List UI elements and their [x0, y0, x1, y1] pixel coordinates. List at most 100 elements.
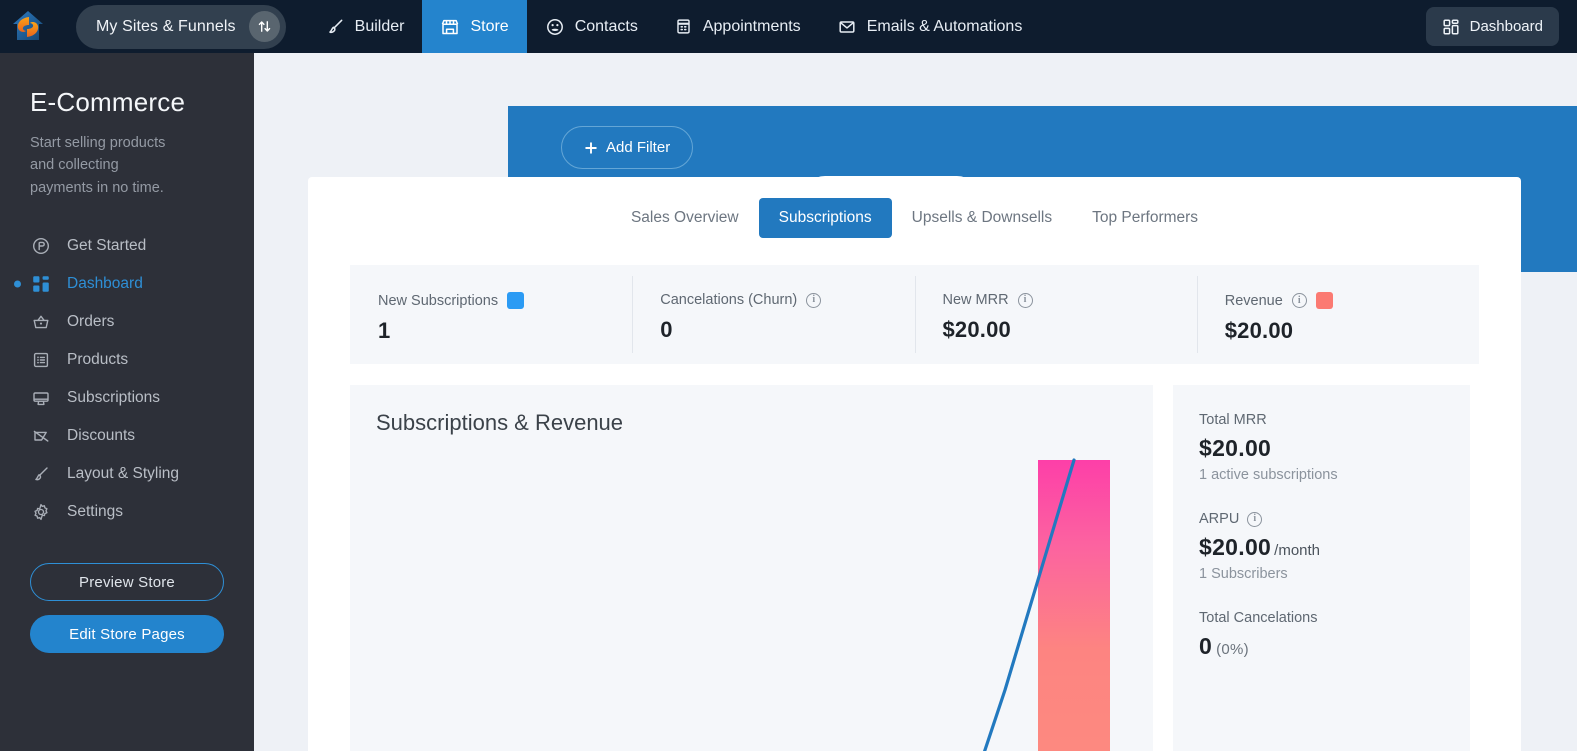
dashboard-button[interactable]: Dashboard: [1425, 7, 1559, 46]
kpi-header: New MRR i: [943, 292, 1197, 308]
storefront-icon: [442, 19, 459, 34]
top-navigation-bar: My Sites & Funnels Builder Store Contact…: [0, 0, 1577, 53]
add-filter-label: Add Filter: [606, 139, 671, 156]
sidebar-item-layout-styling[interactable]: Layout & Styling: [0, 455, 254, 493]
stat-arpu-value: $20.00/month: [1199, 534, 1470, 561]
nav-item-builder-label: Builder: [354, 17, 405, 35]
kpi-new-subscriptions-label: New Subscriptions: [378, 292, 499, 309]
sites-and-funnels-switcher[interactable]: My Sites & Funnels: [76, 4, 286, 49]
chart-line-new-subscriptions[interactable]: [980, 458, 1076, 751]
kpi-cancelations-label: Cancelations (Churn): [660, 292, 798, 308]
nav-item-appointments-label: Appointments: [702, 17, 801, 35]
sidebar-item-dashboard[interactable]: Dashboard: [0, 265, 254, 303]
sidebar-item-discounts[interactable]: Discounts: [0, 417, 254, 455]
sidebar-item-orders-label: Orders: [67, 313, 115, 331]
info-icon[interactable]: i: [1247, 511, 1263, 527]
nav-item-appointments[interactable]: Appointments: [656, 0, 819, 53]
stat-arpu-label-text: ARPU: [1199, 511, 1240, 527]
stat-total-cancelations: Total Cancelations 0 (0%): [1199, 610, 1470, 660]
nav-item-emails-automations[interactable]: Emails & Automations: [819, 0, 1041, 53]
sort-switch-icon[interactable]: [248, 11, 280, 42]
sidebar-item-orders[interactable]: Orders: [0, 303, 254, 341]
basket-icon: [30, 311, 52, 333]
nav-item-builder[interactable]: Builder: [308, 0, 423, 53]
stat-arpu-sub: 1 Subscribers: [1199, 566, 1288, 582]
preview-store-button[interactable]: Preview Store: [30, 563, 224, 602]
stat-total-cancelations-pct: (0%): [1216, 641, 1249, 658]
brush-icon: [328, 19, 343, 34]
nav-item-store[interactable]: Store: [422, 0, 527, 53]
dashboard-card: Sales Overview Subscriptions Upsells & D…: [308, 177, 1521, 751]
info-icon[interactable]: i: [1291, 293, 1307, 308]
edit-store-pages-button[interactable]: Edit Store Pages: [30, 615, 224, 654]
stat-total-mrr-label-text: Total MRR: [1199, 412, 1267, 428]
sidebar-item-products[interactable]: Products: [0, 341, 254, 379]
kpi-cancelations-churn: Cancelations (Churn) i 0: [632, 265, 914, 364]
kpi-revenue: Revenue i $20.00: [1196, 265, 1479, 364]
tab-top-performers[interactable]: Top Performers: [1072, 198, 1218, 238]
tab-sales-overview[interactable]: Sales Overview: [611, 198, 759, 238]
chart-plot-area: [350, 385, 1153, 751]
subscriptions-revenue-chart-card: Subscriptions & Revenue: [350, 385, 1153, 751]
sidebar-item-layout-label: Layout & Styling: [67, 465, 180, 483]
kpi-new-subscriptions: New Subscriptions 1: [350, 265, 632, 364]
stat-total-mrr: Total MRR $20.00 1 active subscriptions: [1199, 412, 1470, 483]
grid-dashboard-icon: [30, 273, 52, 295]
stat-arpu-unit: /month: [1274, 542, 1321, 559]
info-icon[interactable]: i: [806, 292, 822, 308]
series-color-swatch-new-subscriptions: [507, 292, 525, 309]
sidebar-subtitle: Start selling products and collecting pa…: [30, 135, 166, 196]
info-icon[interactable]: i: [1017, 292, 1033, 308]
sidebar-item-subscriptions-label: Subscriptions: [67, 389, 161, 407]
kpi-cancelations-value: 0: [660, 317, 673, 342]
chart-line-series: [980, 458, 1076, 751]
envelope-icon: [839, 20, 855, 33]
app-logo[interactable]: [0, 0, 56, 53]
dashboard-lower-section: Subscriptions & Revenue Total MRR $20.00…: [350, 385, 1479, 751]
kpi-header: Cancelations (Churn) i: [660, 292, 914, 308]
stat-total-cancelations-value: 0 (0%): [1199, 633, 1470, 660]
stat-arpu-amount: $20.00: [1199, 534, 1272, 560]
tab-subscriptions[interactable]: Subscriptions: [758, 198, 892, 238]
stat-total-mrr-value: $20.00: [1199, 435, 1272, 461]
stat-total-cancelations-label-text: Total Cancelations: [1199, 610, 1318, 626]
kpi-header: New Subscriptions: [378, 292, 632, 309]
logo-home-bolt-icon: [13, 10, 43, 40]
sites-switcher-label: My Sites & Funnels: [96, 17, 236, 35]
subscription-stats-panel: Total MRR $20.00 1 active subscriptions …: [1173, 385, 1470, 751]
stat-total-mrr-sub: 1 active subscriptions: [1199, 467, 1338, 483]
plus-icon: [585, 141, 597, 154]
dashboard-button-label: Dashboard: [1469, 18, 1543, 35]
kpi-new-mrr: New MRR i $20.00: [914, 265, 1197, 364]
grid-dashboard-glyph: [33, 276, 49, 293]
tag-slash-icon: [30, 425, 52, 447]
add-filter-button[interactable]: Add Filter: [561, 126, 694, 169]
stat-total-cancelations-count: 0: [1199, 633, 1213, 659]
nav-item-contacts-label: Contacts: [574, 17, 638, 35]
stat-total-mrr-label: Total MRR: [1199, 412, 1470, 428]
sidebar-item-settings[interactable]: Settings: [0, 493, 254, 531]
kpi-new-subscriptions-value: 1: [378, 318, 391, 343]
sidebar-item-subscriptions[interactable]: Subscriptions: [0, 379, 254, 417]
kpi-header: Revenue i: [1225, 292, 1479, 309]
kpi-new-mrr-label: New MRR: [942, 292, 1009, 308]
paintbrush-icon: [30, 463, 52, 485]
nav-item-contacts[interactable]: Contacts: [527, 0, 656, 53]
dashboard-tabs: Sales Overview Subscriptions Upsells & D…: [308, 177, 1521, 238]
gear-icon: [30, 501, 52, 523]
stat-arpu-label: ARPU i: [1199, 511, 1470, 527]
sidebar-item-get-started[interactable]: Get Started: [0, 227, 254, 265]
tab-upsells-downsells[interactable]: Upsells & Downsells: [892, 198, 1072, 238]
calendar-appointments-icon: [677, 19, 690, 34]
sidebar-item-dashboard-label: Dashboard: [67, 275, 143, 293]
kpi-revenue-label: Revenue: [1224, 292, 1283, 309]
sidebar: E-Commerce Start selling products and co…: [0, 53, 254, 751]
series-color-swatch-revenue: [1315, 292, 1333, 309]
contacts-icon: [546, 18, 563, 35]
nav-item-store-label: Store: [470, 17, 509, 35]
stat-total-cancelations-label: Total Cancelations: [1199, 610, 1470, 626]
sidebar-item-settings-label: Settings: [67, 503, 124, 521]
stat-arpu: ARPU i $20.00/month 1 Subscribers: [1199, 511, 1470, 582]
sidebar-actions: Preview Store Edit Store Pages: [0, 531, 254, 654]
sidebar-item-products-label: Products: [67, 351, 129, 369]
